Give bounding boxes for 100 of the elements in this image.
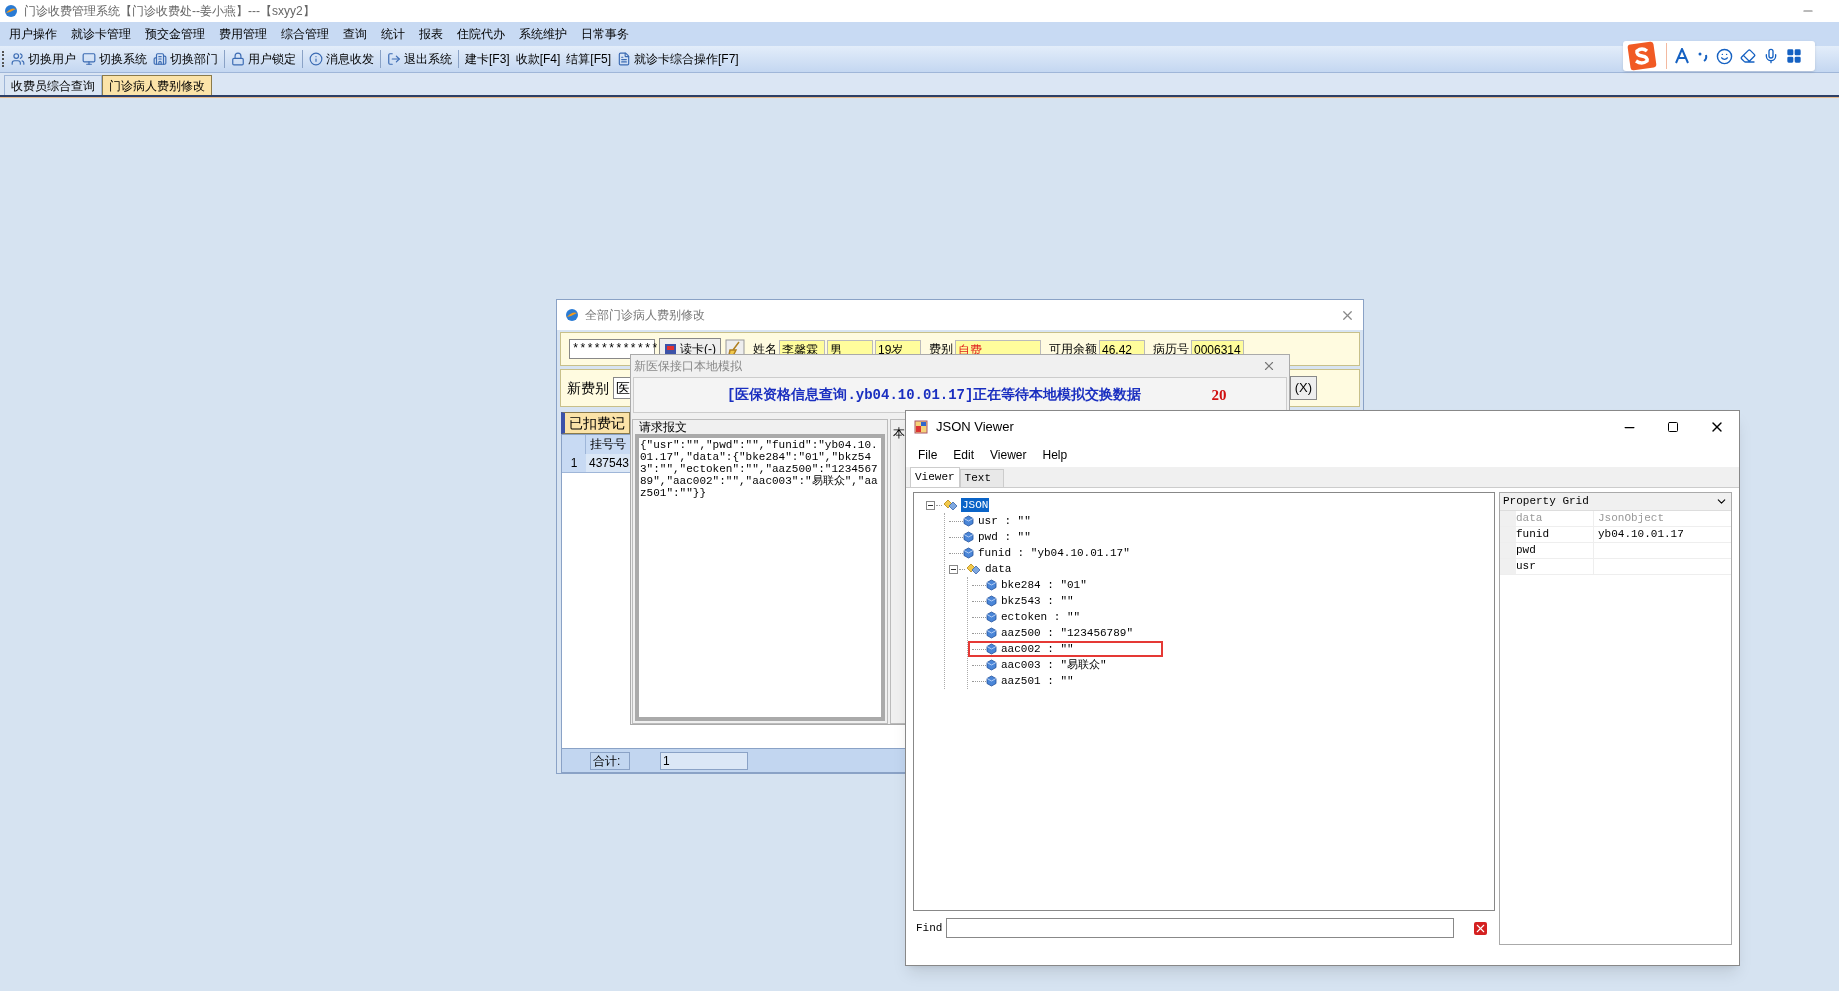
field-label: 费别 xyxy=(929,341,953,358)
grid-icon[interactable] xyxy=(1786,48,1802,64)
tree-row[interactable]: usr : "" xyxy=(945,513,1140,529)
group-title: 请求报文 xyxy=(639,420,688,434)
tree-label: ectoken : "" xyxy=(1000,610,1082,624)
tab[interactable]: Text xyxy=(959,469,1004,487)
cube-icon xyxy=(986,659,997,671)
cube-icon xyxy=(986,611,997,623)
cube-icon xyxy=(986,627,997,639)
tree-row[interactable]: aaz501 : "" xyxy=(968,673,1163,689)
tree-row[interactable]: ectoken : "" xyxy=(968,609,1163,625)
toolbar-icon xyxy=(153,52,167,66)
menu-item[interactable]: 日常事务 xyxy=(574,25,636,43)
property-row[interactable]: usr xyxy=(1500,559,1731,575)
toolbar-button[interactable]: 切换用户 xyxy=(8,50,79,68)
menu-item[interactable]: Help xyxy=(1034,446,1076,464)
menu-item[interactable]: File xyxy=(910,446,946,464)
find-label: Find xyxy=(916,920,943,936)
cube-icon xyxy=(963,547,974,559)
tree-row[interactable]: JSON xyxy=(922,497,1117,513)
tree-label: bke284 : "01" xyxy=(1000,578,1088,592)
eraser-icon[interactable] xyxy=(1740,48,1756,64)
tree-label: aac003 : "易联众" xyxy=(1000,658,1108,672)
tab[interactable]: 门诊病人费别修改 xyxy=(102,75,212,95)
menu-item[interactable]: Viewer xyxy=(982,446,1035,464)
property-name: usr xyxy=(1516,559,1594,574)
menu-item[interactable]: 系统维护 xyxy=(512,25,574,43)
exit-button[interactable]: (X) xyxy=(1289,376,1317,400)
cube-icon xyxy=(986,595,997,607)
card-number-field[interactable]: ************ xyxy=(569,339,655,359)
toolbar-button[interactable]: 结算[F5] xyxy=(563,50,614,68)
property-name: funid xyxy=(1516,527,1594,542)
tree-row[interactable]: data xyxy=(945,561,1140,577)
tree-row[interactable]: funid : "yb04.10.01.17" xyxy=(945,545,1140,561)
field-label: 新费别 xyxy=(567,378,609,398)
tab[interactable]: Viewer xyxy=(910,467,960,487)
font-a-icon[interactable] xyxy=(1674,48,1690,64)
cube-icon xyxy=(986,643,997,655)
menu-item[interactable]: 报表 xyxy=(412,25,450,43)
cube-icon xyxy=(963,515,974,527)
property-value: JsonObject xyxy=(1598,511,1664,526)
toolbar-button[interactable]: 建卡[F3] xyxy=(462,50,513,68)
microphone-icon[interactable] xyxy=(1763,48,1779,64)
cube-icon xyxy=(986,579,997,591)
clear-icon[interactable] xyxy=(1474,921,1488,935)
tree-row[interactable]: aaz500 : "123456789" xyxy=(968,625,1163,641)
window-title: 门诊收费管理系统【门诊收费处--姜小燕】---【sxyy2】 xyxy=(24,3,315,20)
toolbar-button[interactable]: 切换系统 xyxy=(79,50,150,68)
dialog-title: 全部门诊病人费别修改 xyxy=(585,307,705,324)
window-title: JSON Viewer xyxy=(936,418,1014,437)
tree-row[interactable]: pwd : "" xyxy=(945,529,1140,545)
total-count: 1 xyxy=(660,751,748,770)
property-value: yb04.10.01.17 xyxy=(1598,527,1684,542)
request-text-area[interactable]: {"usr":"","pwd":"","funid":"yb04.10.01.17","data":{"bke284":"01","bkz543":"","ectoken":"","aaz500":"123456789","aac002":"","aac003":"易联众","aaz501":""}} xyxy=(635,434,885,721)
property-row[interactable]: funid yb04.10.01.17 xyxy=(1500,527,1731,543)
smiley-icon[interactable] xyxy=(1716,47,1733,65)
tree-label: bkz543 : "" xyxy=(1000,594,1075,608)
menu-item[interactable]: 用户操作 xyxy=(2,25,64,43)
toolbar-button[interactable]: 消息收发 xyxy=(306,50,377,68)
toolbar-button[interactable]: 就诊卡综合操作[F7] xyxy=(614,50,742,68)
tree-label: usr : "" xyxy=(977,514,1032,528)
toolbar-button[interactable]: 用户锁定 xyxy=(228,50,299,68)
find-field[interactable] xyxy=(946,918,1455,938)
tree-label: JSON xyxy=(961,498,990,512)
tree-row[interactable]: aac002 : "" xyxy=(968,641,1163,657)
collapse-icon[interactable] xyxy=(926,500,935,510)
maximize-icon[interactable] xyxy=(1667,421,1679,433)
tree-label: data xyxy=(984,562,1013,576)
tree-row[interactable]: bkz543 : "" xyxy=(968,593,1163,609)
menu-item[interactable]: 查询 xyxy=(336,25,374,43)
toolbar-button[interactable]: 收款[F4] xyxy=(512,50,564,68)
tree-row[interactable]: bke284 : "01" xyxy=(968,577,1163,593)
toolbar-button[interactable]: 退出系统 xyxy=(384,50,455,68)
field-label: 病历号 xyxy=(1153,341,1189,358)
menu-item[interactable]: 就诊卡管理 xyxy=(64,25,138,43)
menu-item[interactable]: 费用管理 xyxy=(212,25,274,43)
object-icon xyxy=(942,498,958,512)
records-tab[interactable]: 已扣费记 xyxy=(561,412,630,434)
status-message: [医保资格信息查询.yb04.10.01.17]正在等待本地模拟交换数据 xyxy=(727,385,1142,405)
toolbar-icon xyxy=(617,52,631,66)
menu-item[interactable]: 住院代办 xyxy=(450,25,512,43)
toolbar-icon xyxy=(231,52,245,66)
tab[interactable]: 收费员综合查询 xyxy=(4,75,102,95)
property-row[interactable]: pwd xyxy=(1500,543,1731,559)
property-name: data xyxy=(1516,511,1594,526)
countdown: 20 xyxy=(1211,385,1227,405)
ime-logo-icon[interactable] xyxy=(1625,41,1659,71)
menu-item[interactable]: Edit xyxy=(945,446,983,464)
tree-label: pwd : "" xyxy=(977,530,1032,544)
tree-row[interactable]: aac003 : "易联众" xyxy=(968,657,1163,673)
object-icon xyxy=(965,562,981,576)
collapse-icon[interactable] xyxy=(949,564,958,574)
toolbar-button[interactable]: 切换部门 xyxy=(150,50,221,68)
menu-item[interactable]: 统计 xyxy=(374,25,412,43)
group-title: 本 xyxy=(893,426,905,440)
menu-item[interactable]: 预交金管理 xyxy=(138,25,212,43)
menu-item[interactable]: 综合管理 xyxy=(274,25,336,43)
app-logo-icon xyxy=(4,4,18,18)
dialog-title: 新医保接口本地模拟 xyxy=(634,358,742,375)
cube-icon xyxy=(986,675,997,687)
